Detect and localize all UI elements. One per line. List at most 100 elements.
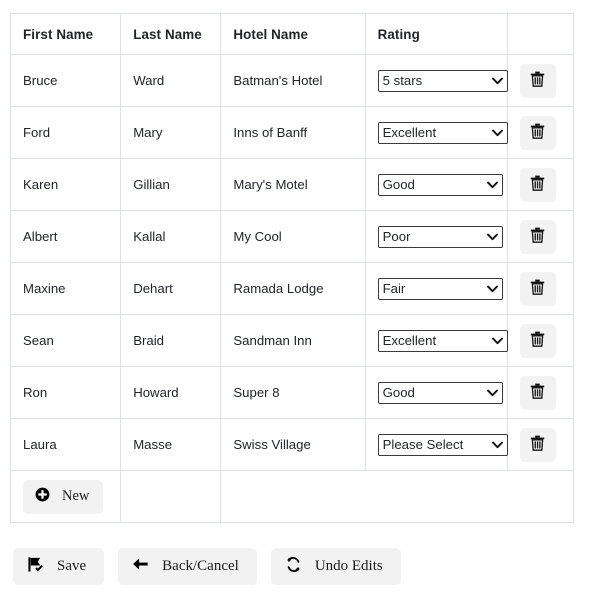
rating-select[interactable]: Please Select5 starsExcellentGoodFairPoo… xyxy=(377,433,508,456)
rating-select[interactable]: Please Select5 starsExcellentGoodFairPoo… xyxy=(377,69,508,92)
cell-last-name: Masse xyxy=(120,418,222,471)
trash-icon xyxy=(530,435,545,454)
cell-hotel-name: My Cool xyxy=(220,210,366,263)
cell-first-name: Albert xyxy=(9,210,122,263)
page-root: First Name Last Name Hotel Name Rating B… xyxy=(0,0,607,599)
cell-hotel-name: Mary's Motel xyxy=(220,158,366,211)
cell-actions xyxy=(506,106,575,159)
cell-actions xyxy=(506,210,575,263)
undo-edits-button[interactable]: Undo Edits xyxy=(270,548,401,585)
cell-last-name: Braid xyxy=(120,314,222,367)
cell-actions xyxy=(506,158,575,211)
undo-edits-button-label: Undo Edits xyxy=(314,558,383,574)
delete-row-button[interactable] xyxy=(519,219,556,254)
delete-row-button[interactable] xyxy=(519,375,556,410)
table-foot: New xyxy=(9,470,575,523)
trash-icon xyxy=(530,175,545,194)
rating-select[interactable]: Please Select5 starsExcellentGoodFairPoo… xyxy=(377,277,503,300)
column-header-actions xyxy=(506,13,575,55)
cell-actions xyxy=(506,54,575,107)
table-row: AlbertKallalMy Cool Please Select5 starsE… xyxy=(9,210,575,263)
new-row-filler-1 xyxy=(120,470,222,523)
cell-first-name: Karen xyxy=(9,158,122,211)
rating-select-wrapper: Please Select5 starsExcellentGoodFairPoo… xyxy=(377,225,503,248)
cell-last-name: Mary xyxy=(120,106,222,159)
table-body: BruceWardBatman's Hotel Please Select5 st… xyxy=(9,54,575,471)
delete-row-button[interactable] xyxy=(519,323,556,358)
rating-select-wrapper: Please Select5 starsExcellentGoodFairPoo… xyxy=(377,433,508,456)
cell-hotel-name: Inns of Banff xyxy=(220,106,366,159)
new-row-filler-2 xyxy=(220,470,366,523)
footer-button-bar: Save Back/Cancel Undo Edits xyxy=(13,548,401,585)
rating-select-wrapper: Please Select5 starsExcellentGoodFairPoo… xyxy=(377,69,508,92)
cell-actions xyxy=(506,366,575,419)
cell-first-name: Sean xyxy=(9,314,122,367)
trash-icon xyxy=(530,331,545,350)
cell-rating: Please Select5 starsExcellentGoodFairPoo… xyxy=(364,418,508,471)
trash-icon xyxy=(530,227,545,246)
table-row: LauraMasseSwiss Village Please Select5 st… xyxy=(9,418,575,471)
save-button-label: Save xyxy=(57,558,87,574)
rating-select[interactable]: Please Select5 starsExcellentGoodFairPoo… xyxy=(377,121,508,144)
column-header-last-name: Last Name xyxy=(120,13,222,55)
new-row-filler-4 xyxy=(507,470,575,523)
cell-hotel-name: Swiss Village xyxy=(220,418,366,471)
cell-hotel-name: Ramada Lodge xyxy=(220,262,366,315)
cell-first-name: Bruce xyxy=(9,54,122,107)
cell-hotel-name: Sandman Inn xyxy=(220,314,366,367)
rating-select[interactable]: Please Select5 starsExcellentGoodFairPoo… xyxy=(377,173,503,196)
cell-first-name: Laura xyxy=(9,418,122,471)
plus-circle-icon xyxy=(35,487,50,507)
save-button[interactable]: Save xyxy=(13,548,105,585)
delete-row-button[interactable] xyxy=(519,63,556,98)
rating-select-wrapper: Please Select5 starsExcellentGoodFairPoo… xyxy=(377,277,503,300)
cell-last-name: Dehart xyxy=(120,262,222,315)
hotel-table: First Name Last Name Hotel Name Rating B… xyxy=(9,13,575,523)
trash-icon xyxy=(530,71,545,90)
delete-row-button[interactable] xyxy=(519,427,556,462)
delete-row-button[interactable] xyxy=(519,115,556,150)
table-row: MaxineDehartRamada Lodge Please Select5 s… xyxy=(9,262,575,315)
cell-last-name: Gillian xyxy=(120,158,222,211)
cell-last-name: Ward xyxy=(120,54,222,107)
cell-hotel-name: Batman's Hotel xyxy=(220,54,366,107)
table-row: FordMaryInns of Banff Please Select5 star… xyxy=(9,106,575,159)
cell-first-name: Ford xyxy=(9,106,122,159)
cell-rating: Please Select5 starsExcellentGoodFairPoo… xyxy=(364,262,508,315)
new-record-button[interactable]: New xyxy=(23,479,104,514)
delete-row-button[interactable] xyxy=(519,271,556,306)
hotel-ratings-grid: First Name Last Name Hotel Name Rating B… xyxy=(9,13,575,523)
cell-actions xyxy=(506,418,575,471)
column-header-rating: Rating xyxy=(364,13,508,55)
trash-icon xyxy=(530,383,545,402)
cell-rating: Please Select5 starsExcellentGoodFairPoo… xyxy=(364,158,508,211)
cell-last-name: Kallal xyxy=(120,210,222,263)
rating-select-wrapper: Please Select5 starsExcellentGoodFairPoo… xyxy=(377,329,508,352)
back-cancel-button-label: Back/Cancel xyxy=(162,558,239,574)
cell-first-name: Ron xyxy=(9,366,122,419)
column-header-hotel-name: Hotel Name xyxy=(220,13,366,55)
cell-rating: Please Select5 starsExcellentGoodFairPoo… xyxy=(364,210,508,263)
cell-rating: Please Select5 starsExcellentGoodFairPoo… xyxy=(364,314,508,367)
rating-select-wrapper: Please Select5 starsExcellentGoodFairPoo… xyxy=(377,381,503,404)
new-record-label: New xyxy=(62,488,90,504)
cell-rating: Please Select5 starsExcellentGoodFairPoo… xyxy=(364,54,508,107)
cell-hotel-name: Super 8 xyxy=(220,366,366,419)
rating-select[interactable]: Please Select5 starsExcellentGoodFairPoo… xyxy=(377,225,503,248)
table-row: BruceWardBatman's Hotel Please Select5 st… xyxy=(9,54,575,107)
rating-select[interactable]: Please Select5 starsExcellentGoodFairPoo… xyxy=(377,329,508,352)
back-cancel-button[interactable]: Back/Cancel xyxy=(118,548,257,585)
table-header-row: First Name Last Name Hotel Name Rating xyxy=(9,13,575,55)
column-header-first-name: First Name xyxy=(9,13,122,55)
rating-select-wrapper: Please Select5 starsExcellentGoodFairPoo… xyxy=(377,173,503,196)
trash-icon xyxy=(530,279,545,298)
arrow-left-icon xyxy=(132,556,149,577)
delete-row-button[interactable] xyxy=(519,167,556,202)
cell-rating: Please Select5 starsExcellentGoodFairPoo… xyxy=(364,366,508,419)
table-row: SeanBraidSandman Inn Please Select5 stars… xyxy=(9,314,575,367)
new-row-cell: New xyxy=(9,470,122,523)
refresh-circular-arrows-icon xyxy=(285,556,302,578)
trash-icon xyxy=(530,123,545,142)
rating-select[interactable]: Please Select5 starsExcellentGoodFairPoo… xyxy=(377,381,503,404)
save-flag-check-icon xyxy=(27,556,44,578)
